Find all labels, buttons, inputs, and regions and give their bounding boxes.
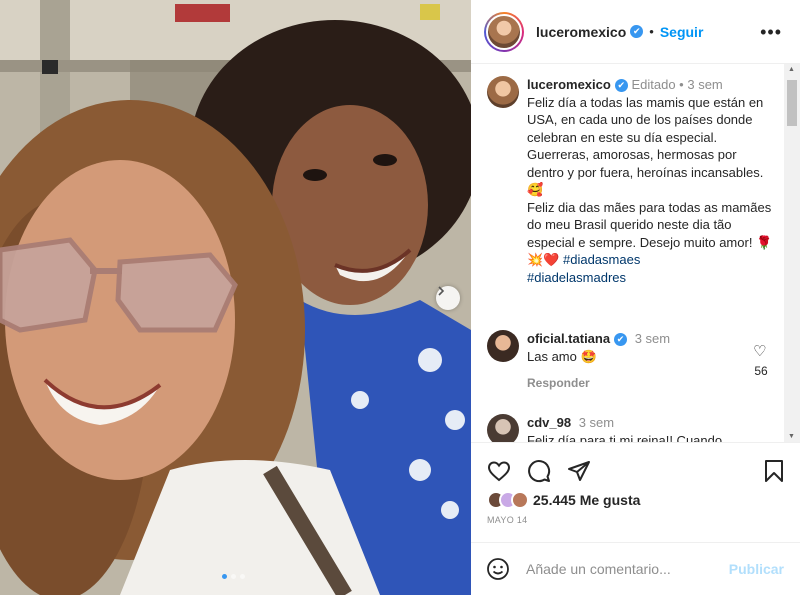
verified-badge-icon: ✔ bbox=[630, 25, 644, 38]
comment-text: Feliz día para ti mi reina!! Cuando bbox=[527, 433, 723, 442]
carousel-dot bbox=[240, 574, 245, 579]
caption-avatar[interactable] bbox=[487, 76, 519, 108]
commenter-avatar[interactable] bbox=[487, 330, 519, 362]
post-date[interactable]: MAYO 14 bbox=[487, 515, 527, 525]
post-sidebar: luceromexico ✔ • Seguir ••• luceromexico… bbox=[471, 0, 800, 595]
hashtag-link[interactable]: #diadelasmadres bbox=[527, 270, 626, 285]
post-caption: luceromexico ✔ Editado • 3 sem Feliz día … bbox=[487, 76, 773, 286]
action-bar: 25.445 Me gusta MAYO 14 bbox=[471, 442, 800, 542]
share-paper-plane-icon[interactable] bbox=[567, 459, 591, 483]
reply-button[interactable]: Responder bbox=[527, 374, 747, 392]
comment-bubble-icon[interactable] bbox=[527, 459, 551, 483]
caption-author[interactable]: luceromexico bbox=[527, 77, 611, 92]
liker-avatar bbox=[511, 491, 529, 509]
comment-time: 3 sem bbox=[578, 415, 615, 430]
edited-label: Editado bbox=[631, 77, 676, 92]
commenter-username[interactable]: cdv_98 bbox=[527, 415, 571, 430]
comment-input[interactable] bbox=[526, 561, 726, 577]
verified-badge-icon: ✔ bbox=[614, 333, 628, 347]
likes-count[interactable]: 25.445 Me gusta bbox=[533, 492, 640, 508]
author-avatar[interactable] bbox=[484, 11, 524, 52]
commenter-username[interactable]: oficial.tatiana bbox=[527, 331, 610, 346]
chevron-right-icon bbox=[438, 286, 445, 296]
verified-badge-icon: ✔ bbox=[614, 79, 628, 93]
emoji-icon[interactable] bbox=[486, 557, 510, 581]
comment-like-heart-icon[interactable]: ♡ bbox=[753, 342, 766, 360]
comment-like-count: 56 bbox=[754, 364, 768, 378]
comment-text: Las amo 🤩 bbox=[527, 349, 597, 364]
comment-item: cdv_98 3 sem Feliz día para ti mi reina!… bbox=[487, 414, 747, 442]
like-heart-icon[interactable] bbox=[487, 459, 511, 483]
caption-text-spanish: Feliz día a todas las mamis que están en… bbox=[527, 94, 764, 198]
post-photo[interactable] bbox=[0, 0, 471, 595]
carousel-indicators bbox=[222, 574, 245, 579]
commenter-avatar[interactable] bbox=[487, 414, 519, 442]
follow-button[interactable]: Seguir bbox=[660, 24, 704, 40]
author-username[interactable]: luceromexico bbox=[536, 24, 626, 40]
comment-time: 3 sem bbox=[634, 331, 671, 346]
scrollbar-thumb[interactable] bbox=[787, 80, 797, 126]
caption-time: 3 sem bbox=[687, 77, 723, 92]
header-separator: • bbox=[649, 24, 654, 39]
hashtag-link[interactable]: #diadasmaes bbox=[563, 252, 640, 267]
carousel-dot bbox=[231, 574, 236, 579]
carousel-dot bbox=[222, 574, 227, 579]
caption-dot: • bbox=[679, 77, 684, 92]
more-options-icon[interactable]: ••• bbox=[760, 22, 782, 43]
next-slide-button[interactable] bbox=[436, 286, 460, 310]
scroll-up-arrow-icon[interactable]: ▲ bbox=[788, 66, 795, 73]
likes-summary[interactable]: 25.445 Me gusta bbox=[487, 491, 640, 509]
add-comment-bar: Publicar bbox=[471, 542, 800, 595]
post-header: luceromexico ✔ • Seguir ••• bbox=[471, 0, 800, 64]
comments-scrollbar[interactable]: ▲ ▼ bbox=[784, 64, 800, 442]
comments-list[interactable]: luceromexico ✔ Editado • 3 sem Feliz día … bbox=[471, 64, 787, 442]
comment-item: oficial.tatiana ✔ 3 sem Las amo 🤩 Respond… bbox=[487, 330, 747, 392]
publish-button[interactable]: Publicar bbox=[729, 561, 784, 577]
bookmark-icon[interactable] bbox=[763, 459, 785, 483]
selfie-image bbox=[0, 0, 471, 595]
scroll-down-arrow-icon[interactable]: ▼ bbox=[788, 433, 795, 440]
